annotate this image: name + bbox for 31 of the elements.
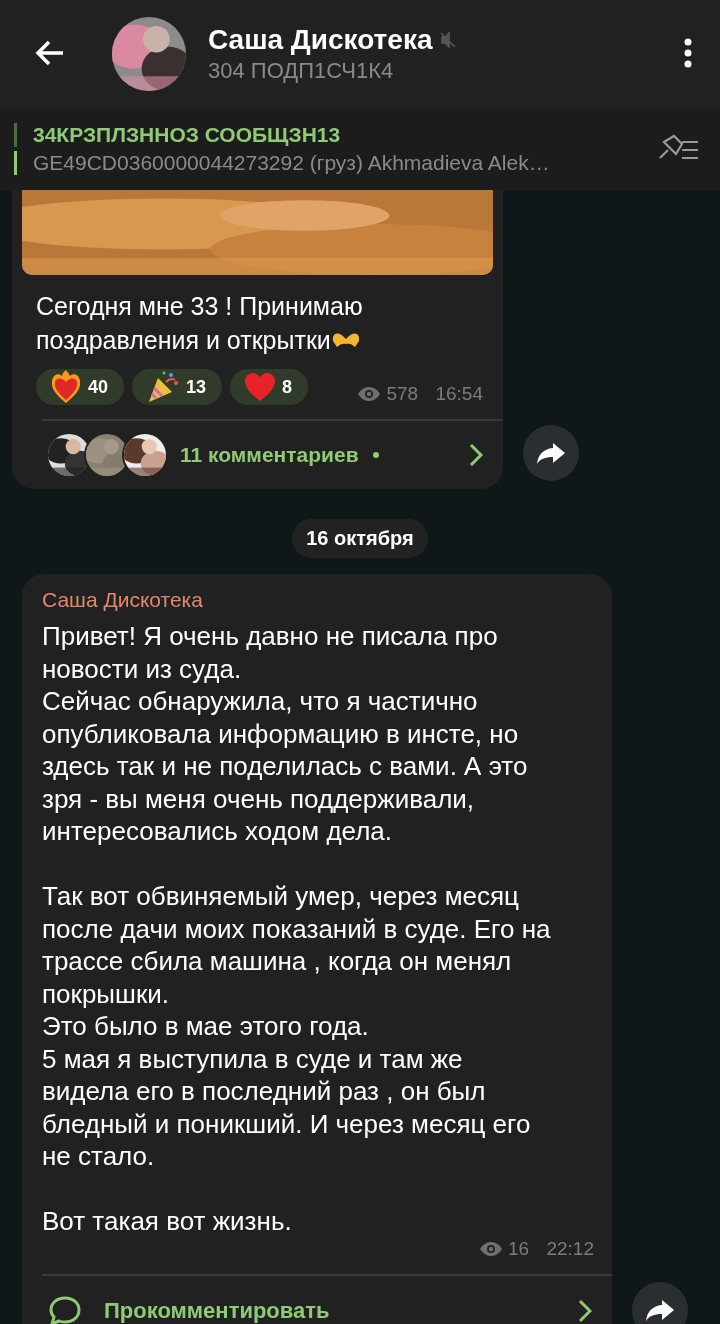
message-text: Привет! Я очень давно не писала про новости из суда. Сейчас обнаружила, что я частично опубликовала информацию в инсте, но здесь так и не поделилась с вами. А это зря - вы меня очень поддерживали, интересовались ходом дела. Так вот обвиняемый умер, через месяц после дачи моих показаний в суде. Его на трассе сбила машина , когда он менял покрышки. Это было в мае этого года. 5 мая я выступила в суде и там же видела его в последний раз , он был бледный и поникший. И через месяц его не стало. Вот такая вот жизнь.	[41, 620, 552, 1238]
pinned-message[interactable]: GE49CD0360000044273292 (груз) Akhmadieva Alek…	[33, 151, 656, 175]
message-text: Сегодня мне 33 ! Принимаю поздравления и открытки	[35, 291, 364, 356]
eye-icon	[480, 1241, 503, 1256]
reaction-button[interactable]: 13	[132, 369, 223, 405]
message-time: 16:54	[435, 383, 483, 405]
eye-icon	[358, 387, 381, 401]
party-popper-icon	[146, 370, 181, 404]
channel-title: Саша Дискотека	[208, 24, 433, 56]
flaming-heart-icon	[50, 370, 82, 404]
chevron-icon	[578, 1298, 592, 1323]
author-name: Саша Дискотека	[41, 588, 204, 612]
message-time: 22:12	[546, 1237, 594, 1260]
subscriber-count: 304 ПОДП1СЧ1К4	[208, 58, 395, 84]
share-arrow-icon	[536, 441, 566, 465]
back-arrow-icon	[35, 39, 65, 66]
pinned-title[interactable]: 34КРЗПЛЗННОЗ СООБЩЗН13	[33, 123, 656, 147]
date-label: 16 октября	[292, 519, 428, 558]
comment-button[interactable]: Прокомментировать	[22, 1275, 612, 1324]
view-count: 578	[386, 383, 419, 405]
heart-icon	[244, 372, 277, 402]
more-icon	[683, 36, 693, 69]
share-arrow-icon	[645, 1297, 675, 1322]
chevron-icon	[469, 443, 483, 467]
view-count: 16	[508, 1237, 530, 1260]
share-button[interactable]	[523, 425, 579, 481]
reaction-button[interactable]: 8	[230, 369, 309, 405]
share-button[interactable]	[632, 1281, 688, 1324]
speech-bubble-icon	[48, 1294, 82, 1324]
reaction-button[interactable]: 40	[36, 369, 125, 405]
comments-button[interactable]: 11 комментариев	[12, 421, 503, 489]
